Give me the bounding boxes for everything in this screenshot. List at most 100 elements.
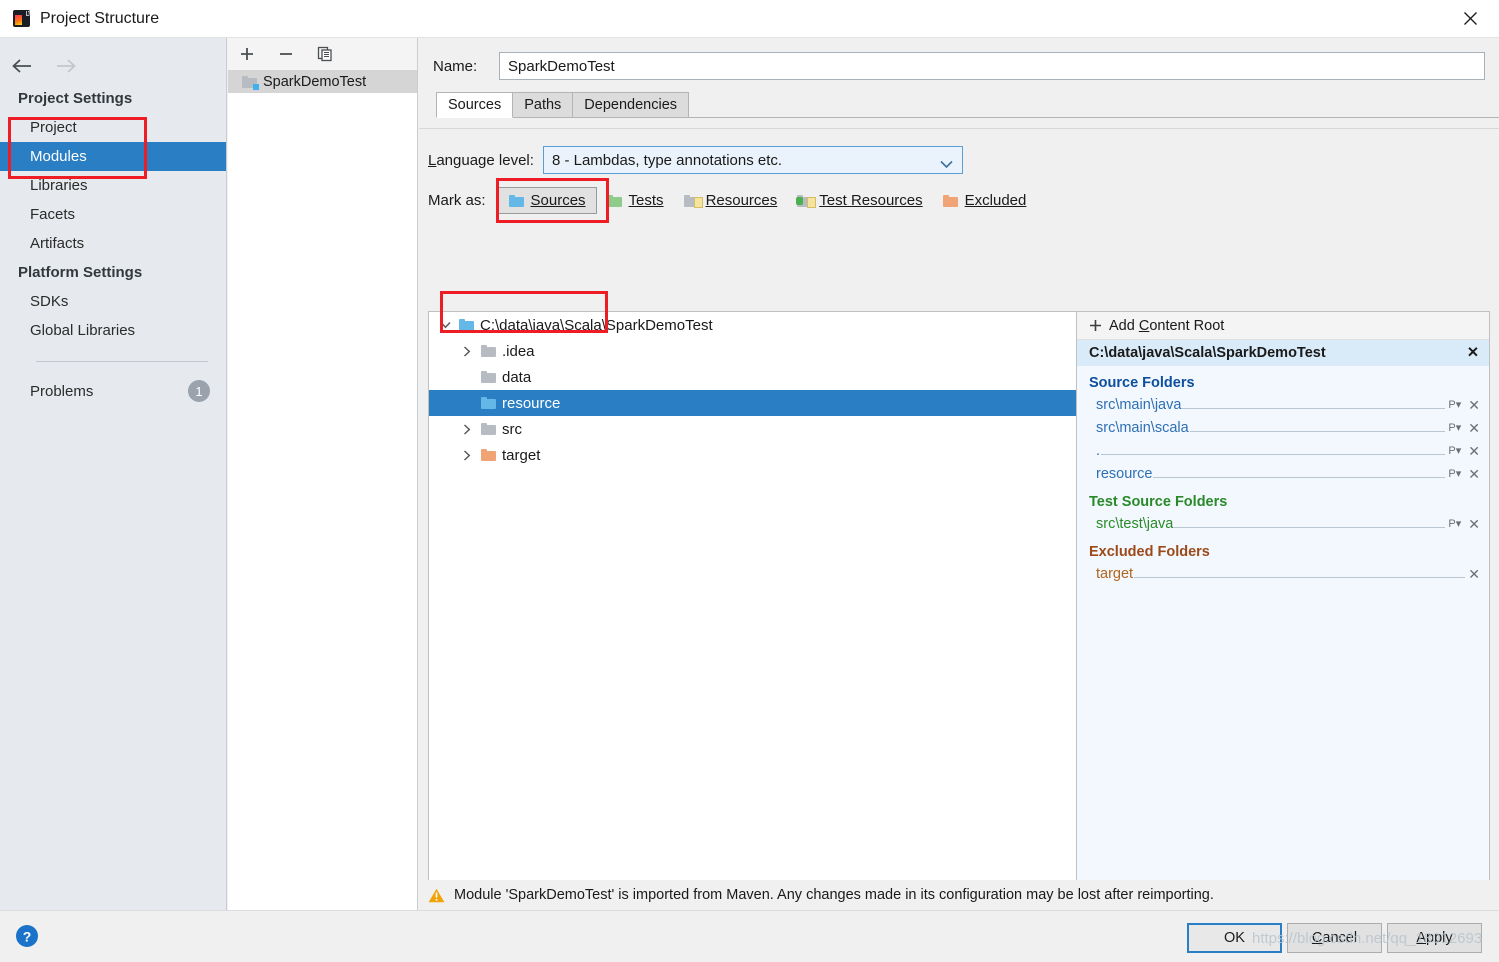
sidebar-item-facets[interactable]: Facets [0,200,226,229]
sidebar-item-sdks[interactable]: SDKs [0,287,226,316]
sidebar-item-artifacts[interactable]: Artifacts [0,229,226,258]
tree-row-label: src [502,420,522,438]
warning-triangle-icon [428,888,445,902]
window-title: Project Structure [40,9,160,27]
chevron-right-icon[interactable] [459,447,475,463]
mark-as-row: Mark as: Sources Tests Resources Test Re… [419,174,1499,214]
ok-button[interactable]: OK [1187,923,1282,953]
remove-source-folder-icon[interactable]: ✕ [1468,398,1480,412]
mark-as-tests-button[interactable]: Tests [597,188,674,213]
forward-arrow-icon[interactable] [55,55,77,77]
mark-as-resources-label: Resources [705,192,778,209]
source-folder-row[interactable]: src\main\java P▾ ✕ [1077,393,1489,416]
test-source-folders-title: Test Source Folders [1089,494,1228,510]
package-prefix-icon[interactable]: P▾ [1448,467,1461,480]
folder-blue-icon [459,319,474,331]
tree-row-data[interactable]: data [429,364,1076,390]
folder-grey-icon [481,371,496,383]
source-folder-path: . [1096,442,1101,459]
remove-source-folder-icon[interactable]: ✕ [1468,467,1480,481]
folder-grey-icon [481,423,496,435]
project-structure-dialog: Project Structure Project Settings Proje… [0,0,1499,962]
help-question-icon: ? [16,925,38,947]
tree-row-content-root[interactable]: C:\data\java\Scala\SparkDemoTest [429,312,1076,338]
tree-row-src[interactable]: src [429,416,1076,442]
remove-source-folder-icon[interactable]: ✕ [1468,444,1480,458]
tab-sources[interactable]: Sources [436,92,514,118]
chevron-right-icon[interactable] [459,421,475,437]
source-folder-path: resource [1096,465,1153,482]
mark-as-test-resources-button[interactable]: Test Resources [787,188,932,213]
folder-orange-icon [481,449,496,461]
package-prefix-icon[interactable]: P▾ [1448,444,1461,457]
package-prefix-icon[interactable]: P▾ [1448,517,1461,530]
content-root-path: C:\data\java\Scala\SparkDemoTest [1089,345,1326,361]
language-level-select[interactable]: 8 - Lambdas, type annotations etc. [542,146,963,174]
settings-sidebar: Project Settings Project Modules Librari… [0,38,227,910]
mark-as-resources-button[interactable]: Resources [674,188,788,213]
apply-button[interactable]: Apply [1387,923,1482,953]
mark-as-label: Mark as: [428,192,486,209]
module-name-row: Name: [419,38,1499,80]
chevron-right-icon[interactable] [459,343,475,359]
content-root-header: C:\data\java\Scala\SparkDemoTest ✕ [1077,340,1489,366]
sources-split: C:\data\java\Scala\SparkDemoTest .idea d… [428,311,1490,890]
row-filler [1134,577,1466,578]
source-folder-row[interactable]: . P▾ ✕ [1077,439,1489,462]
tab-dependencies[interactable]: Dependencies [572,92,690,118]
source-folder-path: src\main\scala [1096,419,1189,436]
remove-test-source-folder-icon[interactable]: ✕ [1468,517,1480,531]
cancel-button[interactable]: Cancel [1287,923,1382,953]
module-list-panel: SparkDemoTest [228,38,418,910]
add-module-button[interactable] [236,43,258,65]
folder-grey-icon [481,345,496,357]
add-content-root-button[interactable]: Add Content Root [1077,312,1489,340]
maven-warning-bar: Module 'SparkDemoTest' is imported from … [419,880,1499,910]
copy-module-button[interactable] [314,43,336,65]
remove-source-folder-icon[interactable]: ✕ [1468,421,1480,435]
test-source-folder-row[interactable]: src\test\java P▾ ✕ [1077,512,1489,535]
content-root-tree: C:\data\java\Scala\SparkDemoTest .idea d… [428,311,1076,890]
sidebar-item-problems[interactable]: Problems 1 [0,376,226,406]
package-prefix-icon[interactable]: P▾ [1448,421,1461,434]
mark-as-test-resources-label: Test Resources [819,192,923,209]
help-button[interactable]: ? [14,923,40,949]
excluded-folders-title: Excluded Folders [1089,544,1210,560]
tab-paths[interactable]: Paths [512,92,574,118]
row-filler [1182,408,1446,409]
tabs-underline [436,117,1499,118]
module-list-item-sparkdemotest[interactable]: SparkDemoTest [228,70,417,93]
package-prefix-icon[interactable]: P▾ [1448,398,1461,411]
mark-as-sources-button[interactable]: Sources [497,187,597,214]
close-window-button[interactable] [1441,0,1499,37]
source-folder-row[interactable]: resource P▾ ✕ [1077,462,1489,485]
source-folder-path: src\main\java [1096,396,1182,413]
test-source-folder-path: src\test\java [1096,515,1174,532]
chevron-down-icon[interactable] [437,317,453,333]
module-list-toolbar [228,38,417,70]
excluded-folder-row[interactable]: target ✕ [1077,562,1489,585]
sidebar-item-libraries[interactable]: Libraries [0,171,226,200]
remove-excluded-folder-icon[interactable]: ✕ [1468,567,1480,581]
add-content-root-label: Add Content Root [1109,317,1225,334]
remove-content-root-icon[interactable]: ✕ [1467,345,1479,361]
tree-row-resource[interactable]: resource [429,390,1076,416]
dialog-buttons: OK Cancel Apply [1182,923,1482,953]
remove-module-button[interactable] [275,43,297,65]
mark-as-excluded-button[interactable]: Excluded [933,188,1037,213]
content-roots-panel: Add Content Root C:\data\java\Scala\Spar… [1076,311,1490,890]
back-arrow-icon[interactable] [11,55,33,77]
folder-grey-resource-icon [683,194,703,208]
module-name-label: Name: [433,57,478,75]
sidebar-item-project[interactable]: Project [0,113,226,142]
problems-count-badge: 1 [188,380,210,402]
row-filler [1189,431,1446,432]
module-name-input[interactable] [499,52,1485,80]
sidebar-group-title-platform-settings: Platform Settings [18,264,143,281]
sidebar-item-modules[interactable]: Modules [0,142,226,171]
sidebar-item-global-libraries[interactable]: Global Libraries [0,316,226,345]
tree-row-target[interactable]: target [429,442,1076,468]
excluded-folder-path: target [1096,565,1134,582]
source-folder-row[interactable]: src\main\scala P▾ ✕ [1077,416,1489,439]
tree-row-idea[interactable]: .idea [429,338,1076,364]
